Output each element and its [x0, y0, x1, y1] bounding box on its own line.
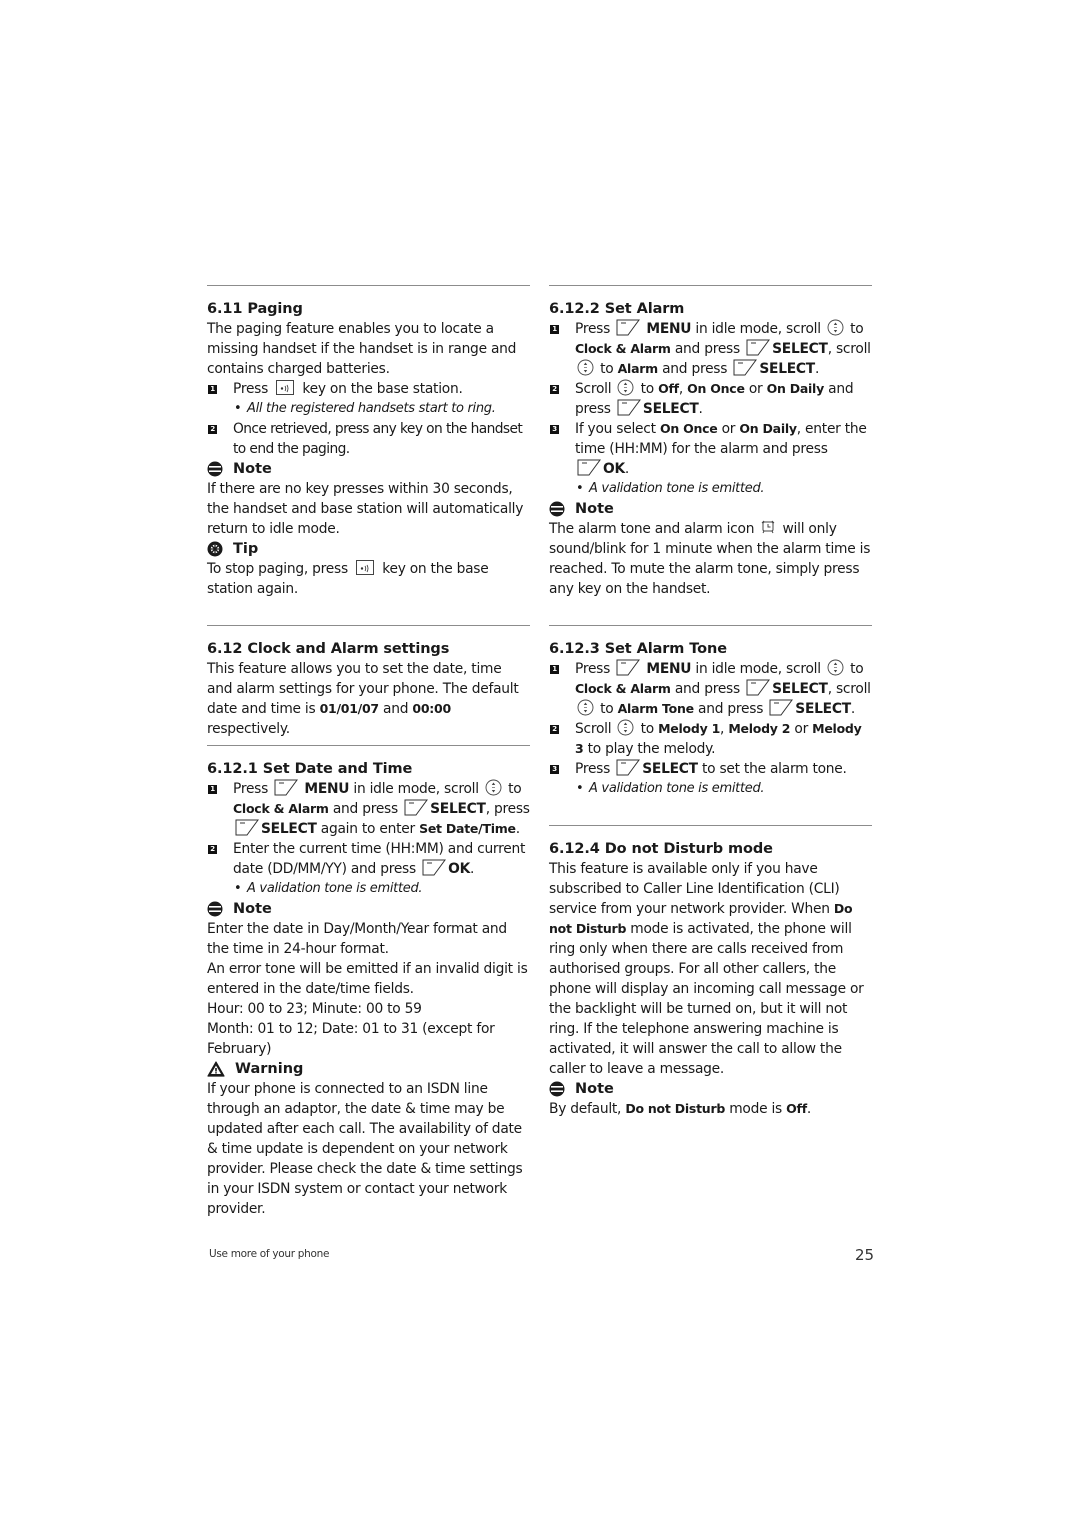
alarm-step-3: 3 If you select On Once or On Daily, ente…: [549, 419, 872, 479]
divider: [207, 745, 530, 746]
softkey-icon: [733, 359, 757, 376]
tone-step-2: 2 Scroll to Melody 1, Melody 2 or Melody …: [549, 719, 872, 759]
paging-key-icon: [276, 380, 295, 395]
alarm-step-1: 1 Press MENU in idle mode, scroll to Cloc…: [549, 319, 872, 379]
scroll-icon: [827, 319, 844, 336]
tone-bullet: A validation tone is emitted.: [549, 779, 872, 799]
warning-callout: Warning: [207, 1059, 530, 1079]
scroll-icon: [485, 779, 502, 796]
softkey-icon: [577, 459, 601, 476]
note-icon: [207, 461, 223, 477]
softkey-icon: [274, 779, 298, 796]
scroll-icon: [617, 719, 634, 736]
scroll-icon: [617, 379, 634, 396]
date-note-line: Hour: 00 to 23; Minute: 00 to 59: [207, 1001, 422, 1017]
divider: [207, 285, 530, 286]
heading-clock-alarm: 6.12 Clock and Alarm settings: [207, 641, 450, 657]
note-icon: [207, 901, 223, 917]
dnd-text: This feature is available only if you ha…: [549, 861, 864, 1077]
date-bullet: A validation tone is emitted.: [207, 879, 530, 899]
note-icon: [549, 1081, 565, 1097]
alarm-note-text: The alarm tone and alarm icon will only …: [549, 520, 871, 597]
heading-paging: 6.11 Paging: [207, 301, 303, 317]
tip-callout: Tip: [207, 539, 530, 559]
step-number: 2: [550, 725, 559, 734]
warning-icon: [207, 1061, 225, 1077]
date-note-line: An error tone will be emitted if an inva…: [207, 961, 528, 997]
step-number: 3: [550, 425, 559, 434]
paging-bullet: All the registered handsets start to rin…: [207, 399, 530, 419]
clock-intro: This feature allows you to set the date,…: [207, 661, 519, 737]
divider: [207, 625, 530, 626]
divider: [549, 625, 872, 626]
heading-set-date-time: 6.12.1 Set Date and Time: [207, 761, 413, 777]
softkey-icon: [422, 859, 446, 876]
step-number: 1: [550, 325, 559, 334]
step-number: 1: [208, 785, 217, 794]
step-number: 2: [550, 385, 559, 394]
scroll-icon: [577, 699, 594, 716]
step-number: 1: [550, 665, 559, 674]
section-paging: 6.11 Paging The paging feature enables y…: [207, 299, 530, 599]
section-set-alarm: 6.12.2 Set Alarm 1 Press MENU in idle mod…: [549, 299, 872, 599]
scroll-icon: [577, 359, 594, 376]
softkey-icon: [616, 659, 640, 676]
tone-step-1: 1 Press MENU in idle mode, scroll to Cloc…: [549, 659, 872, 719]
scroll-icon: [827, 659, 844, 676]
dnd-note-text: By default, Do not Disturb mode is Off.: [549, 1101, 812, 1117]
divider: [549, 285, 872, 286]
section-do-not-disturb: 6.12.4 Do not Disturb mode This feature …: [549, 839, 872, 1119]
note-callout: Note: [549, 1079, 872, 1099]
step-number: 3: [550, 765, 559, 774]
paging-step-1: 1 Press key on the base station.: [207, 379, 530, 399]
note-callout: Note: [549, 499, 872, 519]
date-note-line: Enter the date in Day/Month/Year format …: [207, 921, 507, 957]
heading-alarm-tone: 6.12.3 Set Alarm Tone: [549, 641, 727, 657]
softkey-icon: [616, 319, 640, 336]
warning-text: If your phone is connected to an ISDN li…: [207, 1081, 523, 1217]
paging-note-text: If there are no key presses within 30 se…: [207, 481, 524, 537]
paging-step-2: 2 Once retrieved, press any key on the h…: [207, 419, 530, 459]
softkey-icon: [404, 799, 428, 816]
alarm-step-2: 2 Scroll to Off, On Once or On Daily and …: [549, 379, 872, 419]
heading-set-alarm: 6.12.2 Set Alarm: [549, 301, 685, 317]
section-clock-alarm: 6.12 Clock and Alarm settings This featu…: [207, 639, 530, 739]
footer-section-title: Use more of your phone: [209, 1248, 330, 1260]
note-icon: [549, 501, 565, 517]
alarm-clock-icon: [761, 520, 775, 534]
paging-intro: The paging feature enables you to locate…: [207, 321, 517, 377]
softkey-icon: [616, 759, 640, 776]
paging-key-icon: [356, 560, 375, 575]
softkey-icon: [746, 679, 770, 696]
alarm-bullet: A validation tone is emitted.: [549, 479, 872, 499]
tip-icon: [207, 541, 223, 557]
section-alarm-tone: 6.12.3 Set Alarm Tone 1 Press MENU in idl…: [549, 639, 872, 799]
step-number: 2: [208, 425, 217, 434]
step-number: 2: [208, 845, 217, 854]
page-number: 25: [855, 1246, 875, 1264]
softkey-icon: [617, 399, 641, 416]
section-set-date-time: 6.12.1 Set Date and Time 1 Press MENU in …: [207, 759, 530, 1219]
note-callout: Note: [207, 459, 530, 479]
note-callout: Note: [207, 899, 530, 919]
softkey-icon: [769, 699, 793, 716]
softkey-icon: [746, 339, 770, 356]
tone-step-3: 3 Press SELECT to set the alarm tone.: [549, 759, 872, 779]
date-note-line: Month: 01 to 12; Date: 01 to 31 (except …: [207, 1021, 495, 1057]
heading-do-not-disturb: 6.12.4 Do not Disturb mode: [549, 841, 773, 857]
date-step-2: 2 Enter the current time (HH:MM) and curr…: [207, 839, 530, 879]
softkey-icon: [235, 819, 259, 836]
divider: [549, 825, 872, 826]
paging-tip-text: To stop paging, press key on the base st…: [207, 560, 489, 597]
date-step-1: 1 Press MENU in idle mode, scroll to Cloc…: [207, 779, 530, 839]
step-number: 1: [208, 385, 217, 394]
